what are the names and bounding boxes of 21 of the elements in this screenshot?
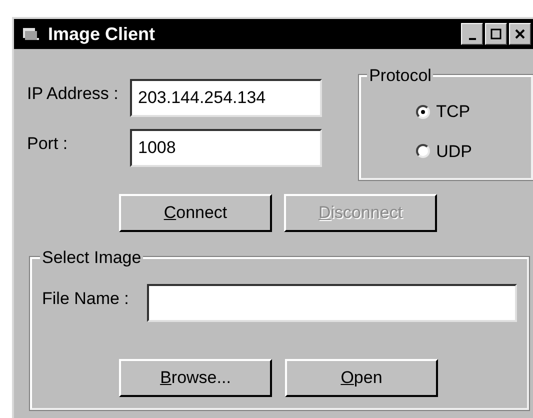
radio-button[interactable] xyxy=(416,104,430,119)
ip-address-field[interactable]: 203.144.254.134 xyxy=(130,79,322,117)
radio-option[interactable]: UDP xyxy=(416,138,531,164)
file-name-field[interactable] xyxy=(147,284,517,322)
field-label: File Name : xyxy=(42,288,130,310)
minimize-button[interactable] xyxy=(461,23,483,45)
maximize-button[interactable] xyxy=(485,23,507,45)
close-button[interactable] xyxy=(509,23,531,45)
window-icon xyxy=(22,26,40,42)
field-label: Port : xyxy=(27,133,69,156)
field-label: IP Address : xyxy=(27,83,120,106)
window-title: Image Client xyxy=(48,22,156,46)
maximize-icon xyxy=(490,28,502,40)
radio-button[interactable] xyxy=(416,144,430,158)
close-icon xyxy=(514,28,526,40)
port-field[interactable]: 1008 xyxy=(130,129,322,167)
radio-option[interactable]: TCP xyxy=(416,99,531,124)
minimize-icon xyxy=(468,38,476,40)
dialog-button[interactable]: Open xyxy=(285,359,438,397)
dialog-button[interactable]: Browse... xyxy=(119,359,272,397)
dialog-button[interactable]: Connect xyxy=(119,194,272,232)
